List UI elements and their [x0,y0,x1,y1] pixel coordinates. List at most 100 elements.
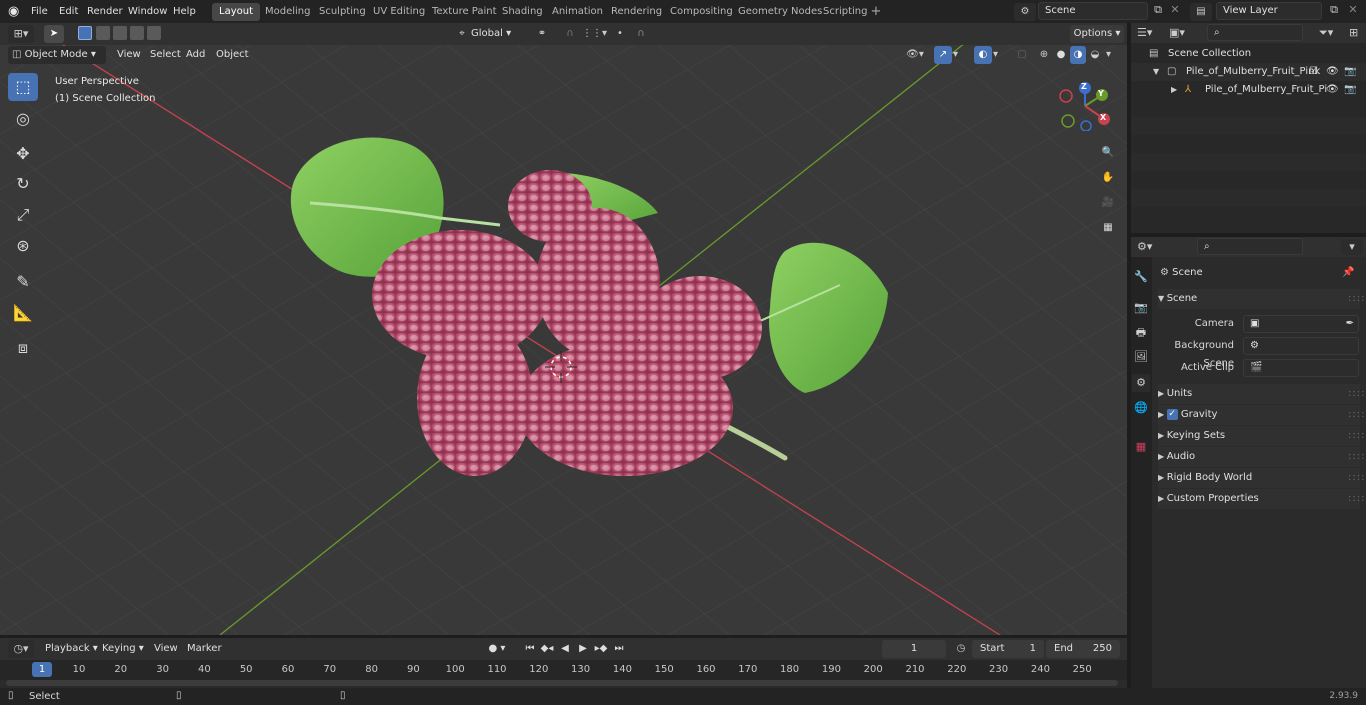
panel-audio[interactable]: ▶ Audio:::: [1158,447,1364,467]
pan-hand-icon[interactable]: ✋ [1098,168,1118,188]
editor-type-icon[interactable]: ⚙▾ [1137,239,1163,255]
tab-geometry-nodes[interactable]: Geometry Nodes [731,3,829,21]
outliner-row-scene-collection[interactable]: ▤ Scene Collection [1131,45,1366,63]
navigation-gizmo[interactable]: Z Y X [1058,81,1116,132]
copy-scene-icon[interactable]: ⧉ [1150,3,1166,19]
xray-toggle-icon[interactable]: ▢ [1014,46,1030,64]
clock-icon[interactable]: ◷▾ [8,640,34,658]
zoom-icon[interactable]: 🔍 [1098,143,1118,163]
tab-texture-paint[interactable]: Texture Paint [425,3,504,21]
annotate-tool-icon[interactable]: ✎ [8,268,38,296]
eyedropper-icon[interactable]: ✒ [1346,316,1354,332]
jump-keyframe-back-icon[interactable]: ◆◂ [539,640,555,658]
tool-tab-icon[interactable]: 🔧 [1132,268,1150,286]
tab-modeling[interactable]: Modeling [258,3,318,21]
camera-field[interactable]: ▣ ✒ [1243,315,1359,333]
tab-uv-editing[interactable]: UV Editing [366,3,432,21]
menu-window[interactable]: Window [128,0,167,23]
chevron-down-icon[interactable]: ▾ [1341,239,1363,255]
jump-start-icon[interactable]: ⏮ [522,640,538,658]
editor-type-icon[interactable]: ⊞▾ [8,25,34,43]
menu-view[interactable]: View [149,640,183,658]
menu-help[interactable]: Help [173,0,196,23]
menu-view[interactable]: View [112,46,146,64]
menu-playback[interactable]: Playback ▾ [40,640,103,658]
snap-icon[interactable]: ∩ [562,25,578,43]
new-collection-icon[interactable]: ⊞ [1349,25,1363,41]
checkbox-icon[interactable]: ☑ [1309,63,1318,81]
tab-layout[interactable]: Layout [212,3,260,21]
select-mode-intersect-icon[interactable] [147,26,161,40]
options-button[interactable]: Options ▾ [1070,25,1124,43]
drag-handle-icon[interactable]: :::: [1348,489,1365,509]
drag-handle-icon[interactable]: :::: [1348,289,1365,309]
chevron-down-icon[interactable]: ▾ [1106,46,1118,64]
tab-compositing[interactable]: Compositing [663,3,740,21]
drag-handle-icon[interactable]: :::: [1348,426,1365,446]
menu-file[interactable]: File [31,0,48,23]
viewport[interactable]: ⊞▾ ➤ ⌖ Global ▾ ⚭ ∩ ⋮⋮▾ • ∩ Options ▾ ◫ … [0,23,1127,635]
panel-keying-sets[interactable]: ▶ Keying Sets:::: [1158,426,1364,446]
pin-icon[interactable]: 📌 [1342,264,1358,282]
select-tool-icon[interactable]: ➤ [44,25,64,43]
transform-orientation-icon[interactable]: ⌖ [455,25,469,43]
tab-sculpting[interactable]: Sculpting [312,3,373,21]
move-tool-icon[interactable]: ✥ [8,140,38,168]
solid-shading-icon[interactable]: ● [1053,46,1069,64]
menu-keying[interactable]: Keying ▾ [97,640,149,658]
select-mode-subtract-icon[interactable] [113,26,127,40]
jump-keyframe-forward-icon[interactable]: ▸◆ [593,640,609,658]
close-icon[interactable]: ✕ [1168,3,1182,19]
menu-add[interactable]: Add [181,46,210,64]
eye-icon[interactable]: 👁 [1326,63,1339,81]
falloff-icon[interactable]: ∩ [630,25,652,43]
menu-render[interactable]: Render [87,0,123,23]
select-box-tool-icon[interactable]: ⬚ [8,73,38,101]
camera-view-icon[interactable]: 🎥 [1098,193,1118,213]
proportional-editing-icon[interactable]: • [612,25,628,43]
background-scene-field[interactable]: ⚙ [1243,337,1359,355]
select-mode-new-icon[interactable] [78,26,92,40]
gravity-checkbox[interactable]: ✓ [1166,408,1178,420]
play-reverse-icon[interactable]: ◀ [557,640,573,658]
timeline-scrollbar[interactable] [6,680,1118,686]
editor-type-icon[interactable]: ☰▾ [1137,25,1163,41]
chevron-right-icon[interactable]: ▶ [1171,81,1177,99]
drag-handle-icon[interactable]: :::: [1348,447,1365,467]
panel-rigid-body-world[interactable]: ▶ Rigid Body World:::: [1158,468,1364,488]
cursor-tool-icon[interactable]: ◎ [8,105,38,133]
outliner-search-input[interactable]: ⌕ [1207,24,1303,41]
panel-gravity[interactable]: ▶ ✓ Gravity:::: [1158,405,1364,425]
menu-marker[interactable]: Marker [182,640,227,658]
select-mode-invert-icon[interactable] [130,26,144,40]
texture-tab-icon[interactable]: ▦ [1132,438,1150,456]
add-workspace-button[interactable]: + [869,5,883,19]
world-tab-icon[interactable]: 🌐 [1132,399,1150,417]
render-tab-icon[interactable]: 📷 [1132,299,1150,317]
drag-handle-icon[interactable]: :::: [1348,468,1365,488]
rendered-shading-icon[interactable]: ◒ [1087,46,1103,64]
tab-rendering[interactable]: Rendering [604,3,669,21]
record-icon[interactable]: ● ▾ [481,640,513,658]
menu-select[interactable]: Select [145,46,186,64]
eye-icon[interactable]: 👁 [1326,81,1339,99]
scene-icon[interactable]: ⚙ [1014,3,1036,21]
tab-animation[interactable]: Animation [545,3,610,21]
view-layer-icon[interactable]: ▤ [1190,3,1212,21]
tab-shading[interactable]: Shading [495,3,550,21]
measure-tool-icon[interactable]: 📐 [8,299,38,327]
scene-name-field[interactable]: Scene [1038,2,1148,20]
properties-search-input[interactable]: ⌕ [1197,238,1303,255]
camera-icon[interactable]: 📷 [1344,63,1356,81]
play-icon[interactable]: ▶ [575,640,591,658]
menu-object[interactable]: Object [211,46,254,64]
wireframe-shading-icon[interactable]: ⊕ [1036,46,1052,64]
start-frame-field[interactable]: Start 1 [972,640,1044,658]
scale-tool-icon[interactable]: ⤢ [8,201,38,229]
active-clip-field[interactable]: 🎬 [1243,359,1359,377]
view-layer-field[interactable]: View Layer [1216,2,1322,20]
end-frame-field[interactable]: End 250 [1046,640,1120,658]
display-mode-icon[interactable]: ▣▾ [1169,25,1195,41]
pivot-point-icon[interactable]: ⚭ [532,25,552,43]
add-cube-tool-icon[interactable]: ⧈ [8,334,38,362]
